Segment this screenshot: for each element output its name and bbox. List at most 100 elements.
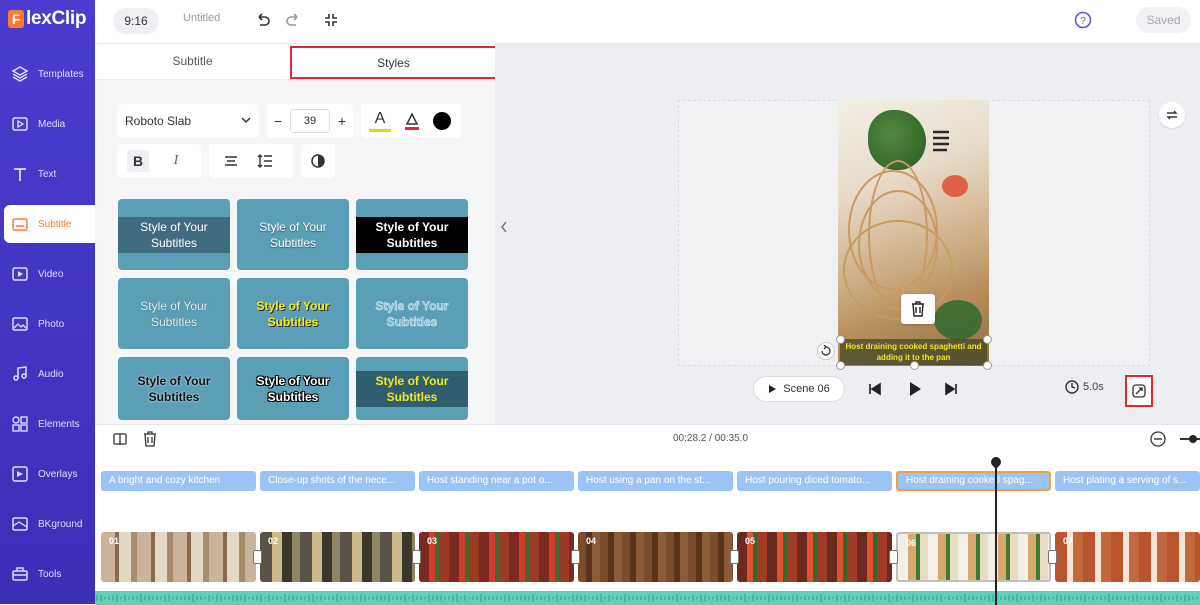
swap-icon bbox=[1166, 110, 1178, 120]
sidebar-item-overlays[interactable]: Overlays bbox=[4, 455, 91, 493]
zoom-out-icon[interactable] bbox=[1150, 431, 1166, 452]
video-clip[interactable]: 07 bbox=[1055, 532, 1200, 582]
font-size-decrease-button[interactable]: − bbox=[267, 104, 289, 138]
subtitle-clip[interactable]: Close-up shots of the nece... bbox=[260, 471, 415, 491]
font-size-increase-button[interactable]: + bbox=[331, 104, 353, 138]
transition-handle[interactable] bbox=[1048, 550, 1057, 564]
sidebar-item-bkground[interactable]: BKground bbox=[4, 505, 91, 543]
audio-track[interactable] bbox=[95, 591, 1200, 605]
basil-leaf bbox=[934, 300, 982, 340]
video-clip[interactable]: 01 bbox=[101, 532, 256, 582]
flexclip-logo[interactable]: FlexClip bbox=[8, 8, 87, 30]
highlight-color-icon[interactable] bbox=[401, 110, 423, 132]
style-tile-text: Style of Your Subtitles bbox=[256, 373, 330, 404]
panel-tabs: Subtitle Styles bbox=[95, 44, 497, 80]
project-title[interactable]: Untitled bbox=[183, 12, 220, 24]
video-clip[interactable]: 02 bbox=[260, 532, 415, 582]
playhead-knob[interactable] bbox=[988, 454, 1004, 470]
clock-icon bbox=[1065, 380, 1079, 394]
saved-button[interactable]: Saved bbox=[1136, 7, 1191, 33]
skip-back-icon[interactable] bbox=[865, 379, 885, 399]
subtitle-clip[interactable]: A bright and cozy kitchen bbox=[101, 471, 256, 491]
collapse-panel-handle[interactable] bbox=[499, 220, 509, 239]
line-spacing-icon[interactable] bbox=[257, 153, 273, 174]
transition-handle[interactable] bbox=[412, 550, 421, 564]
replace-media-button[interactable] bbox=[1159, 102, 1185, 128]
play-icon[interactable] bbox=[905, 379, 925, 399]
delete-element-button[interactable] bbox=[901, 294, 935, 324]
transition-handle[interactable] bbox=[571, 550, 580, 564]
video-clip-selected[interactable]: 06 bbox=[896, 532, 1051, 582]
video-clip[interactable]: 03 bbox=[419, 532, 574, 582]
sidebar-item-photo[interactable]: Photo bbox=[4, 305, 91, 343]
redo-icon[interactable] bbox=[283, 10, 303, 30]
transition-handle[interactable] bbox=[253, 550, 262, 564]
style-tile[interactable]: Style of Your Subtitles bbox=[356, 199, 468, 270]
sidebar-item-video[interactable]: Video bbox=[4, 255, 91, 293]
transition-handle[interactable] bbox=[889, 550, 898, 564]
play-scene-button[interactable]: Scene 06 bbox=[753, 376, 845, 402]
preview-area: Host draining cooked spaghetti and addin… bbox=[495, 44, 1200, 424]
tab-styles[interactable]: Styles bbox=[290, 46, 497, 79]
sidebar-item-audio[interactable]: Audio bbox=[4, 355, 91, 393]
font-size-input[interactable]: 39 bbox=[290, 109, 330, 133]
opacity-icon[interactable] bbox=[310, 153, 326, 174]
clip-number: 01 bbox=[109, 536, 120, 546]
subtitle-clip[interactable]: Host using a pan on the st... bbox=[578, 471, 733, 491]
style-tile[interactable]: Style of Your Subtitles bbox=[118, 199, 230, 270]
zoom-slider-knob[interactable] bbox=[1189, 435, 1197, 443]
split-icon[interactable] bbox=[113, 432, 127, 451]
subtitle-clip[interactable]: Host plating a serving of s... bbox=[1055, 471, 1200, 491]
elements-icon bbox=[8, 412, 32, 436]
sidebar-item-elements[interactable]: Elements bbox=[4, 405, 91, 443]
style-tile[interactable]: Style of Your Subtitles bbox=[118, 278, 230, 349]
align-center-icon[interactable] bbox=[223, 153, 239, 174]
font-family-select[interactable]: Roboto Slab bbox=[117, 104, 259, 138]
scene-photo[interactable] bbox=[838, 100, 989, 366]
sidebar-item-media[interactable]: Media bbox=[4, 105, 91, 143]
fullscreen-icon[interactable] bbox=[321, 10, 341, 30]
transition-handle[interactable] bbox=[730, 550, 739, 564]
help-icon[interactable]: ? bbox=[1073, 10, 1093, 30]
subtitle-clip[interactable]: Host pouring diced tomato... bbox=[737, 471, 892, 491]
clip-number: 04 bbox=[586, 536, 597, 546]
sidebar-item-label: Elements bbox=[38, 418, 80, 430]
text-color-button[interactable]: A bbox=[369, 110, 391, 132]
subtitle-icon bbox=[8, 212, 32, 236]
sidebar-item-label: Text bbox=[38, 168, 57, 180]
sidebar-item-templates[interactable]: Templates bbox=[4, 55, 91, 93]
subtitle-clip-selected[interactable]: Host draining cooked spag... bbox=[896, 471, 1051, 491]
fit-screen-button[interactable] bbox=[1125, 375, 1153, 407]
scene-duration[interactable]: 5.0s bbox=[1065, 380, 1104, 394]
sidebar-item-tools[interactable]: Tools bbox=[4, 555, 91, 593]
video-clip[interactable]: 04 bbox=[578, 532, 733, 582]
bold-button[interactable]: B bbox=[127, 150, 149, 172]
video-icon bbox=[8, 262, 32, 286]
style-tile[interactable]: Style of Your Subtitles bbox=[237, 199, 349, 270]
style-tile-text: Style of Your Subtitles bbox=[259, 219, 327, 250]
playhead[interactable] bbox=[995, 457, 997, 605]
music-icon bbox=[8, 362, 32, 386]
aspect-ratio-button[interactable]: 9:16 bbox=[113, 8, 159, 34]
style-tile[interactable]: Style of Your Subtitles bbox=[356, 357, 468, 420]
sidebar-item-subtitle[interactable]: Subtitle bbox=[4, 205, 95, 243]
timeline-toolbar: 00:28.2 / 00:35.0 bbox=[95, 425, 1200, 453]
rotate-handle[interactable] bbox=[817, 342, 835, 360]
style-tile[interactable]: Style of Your Subtitles bbox=[237, 278, 349, 349]
skip-forward-icon[interactable] bbox=[941, 379, 961, 399]
style-tile[interactable]: Style of Your Subtitles bbox=[237, 357, 349, 420]
subtitle-clip[interactable]: Host standing near a pot o... bbox=[419, 471, 574, 491]
undo-icon[interactable] bbox=[253, 10, 273, 30]
trash-icon[interactable] bbox=[143, 431, 157, 452]
text-icon bbox=[8, 162, 32, 186]
style-tile[interactable]: Style of Your Subtitles bbox=[356, 278, 468, 349]
resize-handle[interactable] bbox=[836, 335, 845, 344]
outline-color-swatch[interactable] bbox=[433, 112, 451, 130]
tab-subtitle[interactable]: Subtitle bbox=[95, 44, 290, 80]
clip-number: 07 bbox=[1063, 536, 1074, 546]
resize-handle[interactable] bbox=[983, 335, 992, 344]
sidebar-item-text[interactable]: Text bbox=[4, 155, 91, 193]
italic-button[interactable]: I bbox=[165, 150, 187, 172]
video-clip[interactable]: 05 bbox=[737, 532, 892, 582]
style-tile[interactable]: Style of Your Subtitles bbox=[118, 357, 230, 420]
